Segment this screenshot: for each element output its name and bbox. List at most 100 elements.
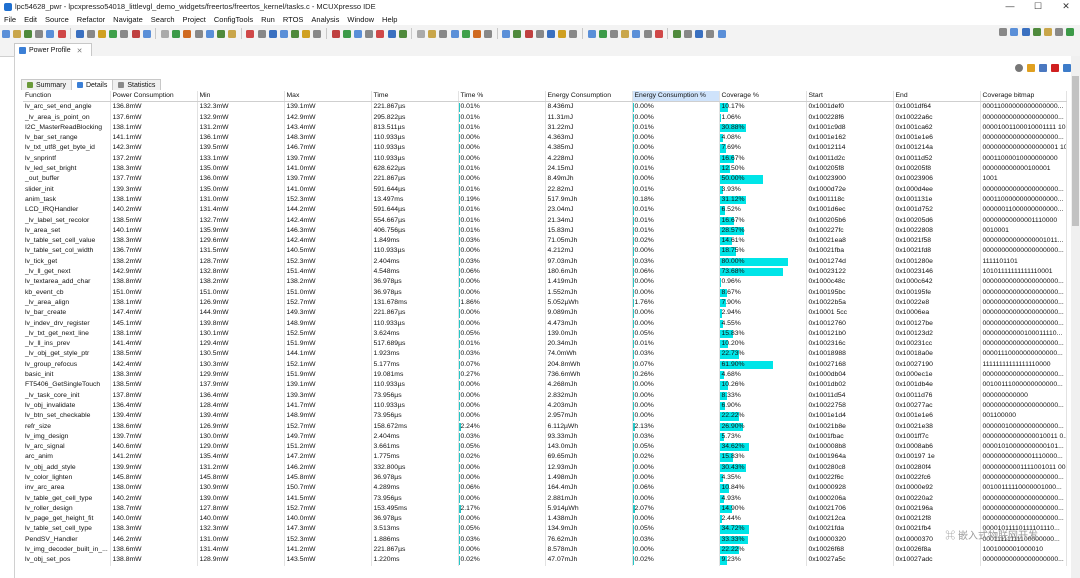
table-row[interactable]: lv_btn_set_checkable 139.4mW 139.4mW 148.9m… — [23, 411, 1067, 422]
perspective-icon[interactable] — [999, 28, 1008, 36]
toolbar-button-icon[interactable] — [86, 29, 95, 38]
table-row[interactable]: _lv_ll_ins_prev 141.4mW 129.4mW 151.9mW 517.… — [23, 339, 1067, 350]
table-row[interactable]: lv_table_set_cell_value 138.3mW 129.6mW 142… — [23, 236, 1067, 247]
menu-configtools[interactable]: ConfigTools — [210, 15, 257, 24]
toolbar-button-icon[interactable] — [354, 29, 363, 38]
toolbar-button-icon[interactable] — [643, 29, 652, 38]
toolbar-button-icon[interactable] — [416, 29, 425, 38]
refresh-icon[interactable] — [1015, 64, 1023, 72]
toolbar-button-icon[interactable] — [131, 29, 140, 38]
table-row[interactable]: refr_size 138.6mW 126.9mW 152.7mW 158.672ms 2… — [23, 421, 1067, 432]
table-row[interactable]: inv_arc_area 138.0mW 130.9mW 150.7mW 4.289ms… — [23, 483, 1067, 494]
column-header-energy-consumption[interactable]: Energy Consumption — [545, 91, 633, 103]
table-row[interactable]: PendSV_Handler 146.2mW 131.0mW 152.3mW 1.886… — [23, 534, 1067, 546]
column-header-function[interactable]: Function — [23, 91, 111, 103]
column-header-energy-consumption[interactable]: Energy Consumption % — [632, 91, 720, 103]
toolbar-button-icon[interactable] — [183, 29, 192, 38]
table-row[interactable]: I2C_MasterReadBlocking 138.1mW 131.2mW 143.… — [23, 122, 1067, 134]
tab-details[interactable]: Details — [70, 79, 114, 90]
toolbar-button-icon[interactable] — [268, 29, 277, 38]
table-row[interactable]: _lv_area_align 138.1mW 126.9mW 152.7mW 131.6… — [23, 297, 1067, 309]
table-row[interactable]: lv_group_refocus 142.4mW 130.3mW 152.1mW 5.1… — [23, 359, 1067, 371]
column-header-min[interactable]: Min — [197, 91, 285, 103]
table-row[interactable]: _lv_area_is_point_on 137.6mW 132.9mW 142.9m… — [23, 112, 1067, 123]
table-row[interactable]: lv_table_set_col_width 136.7mW 131.5mW 140.… — [23, 246, 1067, 257]
toolbar-button-icon[interactable] — [672, 29, 681, 38]
table-row[interactable]: lv_indev_drv_register 145.1mW 139.8mW 148.9… — [23, 318, 1067, 329]
toolbar-button-icon[interactable] — [302, 29, 311, 38]
delete-icon[interactable] — [1051, 64, 1059, 72]
column-header-max[interactable]: Max — [284, 91, 372, 103]
table-row[interactable]: slider_init 139.3mW 135.0mW 141.0mW 591.644µ… — [23, 184, 1067, 195]
table-row[interactable]: lv_snprintf 137.2mW 133.1mW 139.7mW 110.933µ… — [23, 153, 1067, 165]
toolbar-button-icon[interactable] — [172, 29, 181, 38]
toolbar-button-icon[interactable] — [706, 29, 715, 38]
column-header-time[interactable]: Time — [371, 91, 459, 103]
table-row[interactable]: _out_buffer 137.7mW 136.0mW 139.7mW 221.867µ… — [23, 174, 1067, 185]
toolbar-button-icon[interactable] — [194, 29, 203, 38]
table-row[interactable]: lv_obj_invalidate 136.4mW 128.4mW 141.7mW 11… — [23, 400, 1067, 412]
toolbar-button-icon[interactable] — [216, 29, 225, 38]
column-header-start[interactable]: Start — [806, 91, 894, 103]
toolbar-button-icon[interactable] — [558, 29, 567, 38]
perspective-icon[interactable] — [1010, 28, 1019, 36]
table-row[interactable]: kb_event_cb 151.0mW 151.0mW 151.0mW 36.978µs… — [23, 287, 1067, 298]
toolbar-button-icon[interactable] — [257, 29, 266, 38]
minimize-button[interactable]: — — [996, 0, 1024, 13]
toolbar-button-icon[interactable] — [120, 29, 129, 38]
toolbar-button-icon[interactable] — [109, 29, 118, 38]
table-row[interactable]: lv_txt_utf8_get_byte_id 142.3mW 139.5mW 146… — [23, 143, 1067, 154]
column-header-end[interactable]: End — [893, 91, 981, 103]
perspective-icon[interactable] — [1021, 28, 1030, 36]
toolbar-button-icon[interactable] — [524, 29, 533, 38]
perspective-icon[interactable] — [1044, 28, 1053, 36]
toolbar-button-icon[interactable] — [313, 29, 322, 38]
column-header-coverage[interactable]: Coverage % — [719, 91, 807, 103]
toolbar-button-icon[interactable] — [621, 29, 630, 38]
toolbar-button-icon[interactable] — [331, 29, 340, 38]
toolbar-button-icon[interactable] — [472, 29, 481, 38]
toolbar-button-icon[interactable] — [376, 29, 385, 38]
table-row[interactable]: basic_init 138.3mW 129.9mW 151.9mW 19.081ms 0… — [23, 370, 1067, 381]
table-row[interactable]: _lv_ll_get_next 142.9mW 132.8mW 151.4mW 4.54… — [23, 267, 1067, 278]
toolbar-button-icon[interactable] — [12, 29, 21, 38]
toolbar-button-icon[interactable] — [387, 29, 396, 38]
toolbar-button-icon[interactable] — [439, 29, 448, 38]
close-tab-icon[interactable]: ✕ — [77, 47, 83, 55]
table-row[interactable]: lv_obj_add_style 139.9mW 131.2mW 146.2mW 332… — [23, 462, 1067, 473]
menu-rtos[interactable]: RTOS — [279, 15, 308, 24]
table-row[interactable]: lv_tick_get 138.2mW 128.7mW 152.3mW 2.404ms 0… — [23, 256, 1067, 268]
table-row[interactable]: LCD_IRQHandler 140.2mW 131.4mW 144.2mW 591.6… — [23, 205, 1067, 216]
table-row[interactable]: lv_obj_set_pos 138.8mW 128.9mW 143.5mW 1.220… — [23, 555, 1067, 566]
toolbar-button-icon[interactable] — [513, 29, 522, 38]
maximize-button[interactable]: ☐ — [1024, 0, 1052, 13]
scrollbar-thumb[interactable] — [1072, 76, 1079, 226]
toolbar-button-icon[interactable] — [35, 29, 44, 38]
toolbar-button-icon[interactable] — [46, 29, 55, 38]
tab-power-profile[interactable]: Power Profile ✕ — [14, 43, 92, 57]
table-row[interactable]: lv_arc_signal 140.6mW 129.0mW 151.2mW 3.661m… — [23, 442, 1067, 453]
save-icon[interactable] — [1039, 64, 1047, 72]
menu-help[interactable]: Help — [378, 15, 401, 24]
table-row[interactable]: _lv_obj_get_style_ptr 138.5mW 130.5mW 144.1… — [23, 349, 1067, 360]
toolbar-button-icon[interactable] — [279, 29, 288, 38]
menu-source[interactable]: Source — [41, 15, 73, 24]
toolbar-button-icon[interactable] — [428, 29, 437, 38]
toolbar-button-icon[interactable] — [535, 29, 544, 38]
toolbar-button-icon[interactable] — [98, 29, 107, 38]
toolbar-button-icon[interactable] — [484, 29, 493, 38]
toolbar-button-icon[interactable] — [1, 29, 10, 38]
table-row[interactable]: lv_color_lighten 145.8mW 145.8mW 145.8mW 36.… — [23, 472, 1067, 484]
table-row[interactable]: anim_task 138.1mW 131.0mW 152.3mW 13.497ms 0.… — [23, 194, 1067, 206]
tab-summary[interactable]: Summary — [21, 79, 72, 90]
export-icon[interactable] — [1027, 64, 1035, 72]
toolbar-button-icon[interactable] — [461, 29, 470, 38]
table-row[interactable]: FT5406_GetSingleTouch 138.5mW 137.9mW 139.1… — [23, 380, 1067, 391]
menu-search[interactable]: Search — [147, 15, 179, 24]
tab-statistics[interactable]: Statistics — [112, 79, 162, 90]
toolbar-button-icon[interactable] — [684, 29, 693, 38]
table-row[interactable]: _lv_txt_get_next_line 138.1mW 130.1mW 152.5… — [23, 328, 1067, 340]
table-row[interactable]: lv_bar_create 147.4mW 144.9mW 149.3mW 221.86… — [23, 308, 1067, 319]
menu-navigate[interactable]: Navigate — [109, 15, 147, 24]
toolbar-button-icon[interactable] — [717, 29, 726, 38]
